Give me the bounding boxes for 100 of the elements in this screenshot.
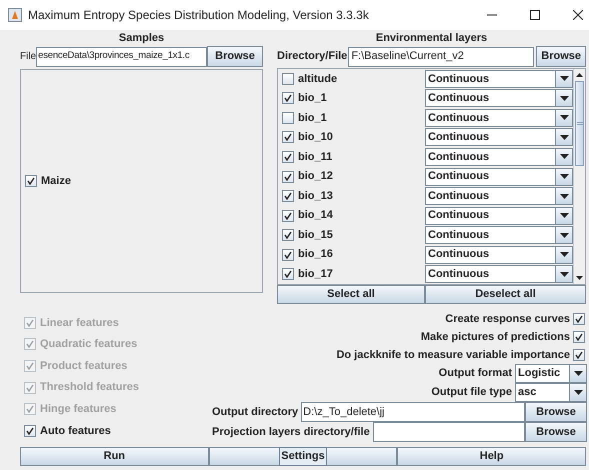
checkbox[interactable]: [282, 112, 294, 124]
directory-field[interactable]: [372, 422, 525, 442]
layer-name: altitude: [298, 72, 338, 87]
checkbox[interactable]: [282, 150, 294, 163]
checkbox[interactable]: [282, 268, 294, 280]
checkbox[interactable]: [24, 424, 36, 437]
directory-field[interactable]: F:\Baseline\Current_v2: [348, 46, 534, 66]
dropdown-button[interactable]: [555, 266, 572, 282]
dropdown-arrow-icon: [560, 232, 568, 238]
dropdown[interactable]: Continuous: [425, 128, 573, 146]
dropdown-value: Continuous: [427, 266, 490, 282]
checkbox[interactable]: [282, 229, 294, 242]
dropdown[interactable]: asc: [515, 383, 587, 402]
checkbox[interactable]: [573, 313, 585, 325]
checkbox[interactable]: [282, 131, 294, 144]
checkbox[interactable]: [282, 190, 294, 202]
window-title: Maximum Entropy Species Distribution Modeling, Version 3.3.3k: [28, 7, 369, 24]
dropdown-arrow-icon: [574, 390, 582, 395]
feature-label: Product features: [40, 358, 128, 374]
dropdown-value: Logistic: [517, 366, 562, 382]
browse-button[interactable]: Browse: [525, 402, 587, 422]
layer-name: bio_13: [298, 188, 333, 204]
dropdown-arrow-icon: [560, 115, 568, 120]
dropdown-button[interactable]: [555, 90, 572, 106]
dropdown-value: Continuous: [427, 169, 490, 184]
option-label: Do jackknife to measure variable importance: [336, 348, 570, 363]
dropdown-value: Continuous: [427, 110, 490, 126]
field-label: Output format: [438, 366, 512, 382]
feature-label: Quadratic features: [40, 337, 138, 352]
layer-name: bio_17: [298, 266, 333, 282]
dropdown[interactable]: Continuous: [425, 226, 573, 244]
check-icon: [284, 172, 292, 180]
scrollbar[interactable]: [573, 69, 585, 284]
dropdown-button[interactable]: [555, 148, 572, 165]
checkbox[interactable]: [282, 72, 294, 85]
dropdown[interactable]: Continuous: [425, 70, 573, 88]
dropdown[interactable]: Continuous: [425, 187, 573, 206]
dropdown[interactable]: Continuous: [425, 246, 573, 264]
action-button[interactable]: Settings: [208, 447, 398, 466]
checkbox[interactable]: [282, 92, 294, 104]
dropdown-button[interactable]: [555, 188, 572, 204]
dropdown-button[interactable]: [555, 110, 572, 126]
dropdown[interactable]: Continuous: [425, 108, 573, 127]
option-label: Make pictures of predictions: [420, 330, 570, 345]
directory-field[interactable]: D:\z_To_delete\jj: [301, 402, 525, 422]
maximize-icon[interactable]: [530, 10, 540, 20]
focus-ring: Run: [102, 449, 126, 464]
check-icon: [26, 384, 34, 392]
dropdown[interactable]: Continuous: [425, 206, 573, 225]
file-field[interactable]: esenceData\3provinces_maize_1x1.c: [36, 46, 207, 66]
dropdown-button[interactable]: [555, 208, 572, 224]
dropdown-button[interactable]: [569, 365, 586, 382]
dropdown[interactable]: Continuous: [425, 89, 573, 108]
dropdown-button[interactable]: [555, 70, 572, 87]
down-arrow-icon: [576, 276, 583, 280]
dropdown-arrow-icon: [560, 174, 568, 179]
up-arrow-icon: [576, 73, 583, 77]
check-icon: [575, 315, 583, 323]
action-button[interactable]: Help: [397, 447, 586, 466]
dropdown-button[interactable]: [555, 227, 572, 244]
close-icon[interactable]: [573, 10, 583, 20]
dropdown-button[interactable]: [569, 384, 586, 401]
check-icon: [284, 231, 292, 240]
check-icon: [575, 351, 583, 359]
dropdown-arrow-icon: [574, 371, 582, 376]
browse-button[interactable]: Browse: [207, 46, 263, 67]
dropdown-arrow-icon: [560, 194, 568, 199]
browse-button[interactable]: Browse: [525, 422, 587, 442]
checkbox[interactable]: [573, 349, 585, 361]
action-button[interactable]: Run: [20, 447, 209, 466]
checkbox[interactable]: [282, 248, 294, 261]
select-all-button[interactable]: Select all: [277, 285, 425, 304]
check-icon: [284, 94, 292, 102]
focus-ring: Help: [478, 449, 505, 464]
checkbox[interactable]: [282, 210, 294, 222]
dropdown[interactable]: Continuous: [425, 265, 573, 284]
check-icon: [26, 426, 34, 435]
dropdown-value: Continuous: [427, 228, 490, 243]
checkbox[interactable]: [282, 170, 294, 182]
browse-button[interactable]: Browse: [536, 46, 586, 67]
section-title: Environmental layers: [374, 31, 488, 45]
dropdown-button[interactable]: [555, 246, 572, 263]
layer-name: bio_14: [298, 208, 333, 224]
checkbox[interactable]: [25, 175, 37, 187]
species-label: Maize: [41, 174, 71, 189]
dropdown-value: asc: [517, 385, 538, 400]
deselect-all-button[interactable]: Deselect all: [425, 285, 586, 304]
field-label: Directory/File: [277, 49, 348, 64]
checkbox[interactable]: [573, 331, 585, 343]
dropdown-arrow-icon: [560, 134, 568, 140]
layer-name: bio_10: [298, 130, 333, 146]
dropdown-button[interactable]: [555, 168, 572, 184]
check-icon: [284, 152, 292, 161]
feature-label: Threshold features: [40, 380, 140, 396]
dropdown-button[interactable]: [555, 129, 572, 146]
scroll-thumb[interactable]: [575, 81, 584, 166]
dropdown[interactable]: Continuous: [425, 148, 573, 166]
layer-name: bio_15: [298, 228, 333, 243]
dropdown[interactable]: Continuous: [425, 168, 573, 186]
dropdown[interactable]: Logistic: [515, 364, 587, 383]
